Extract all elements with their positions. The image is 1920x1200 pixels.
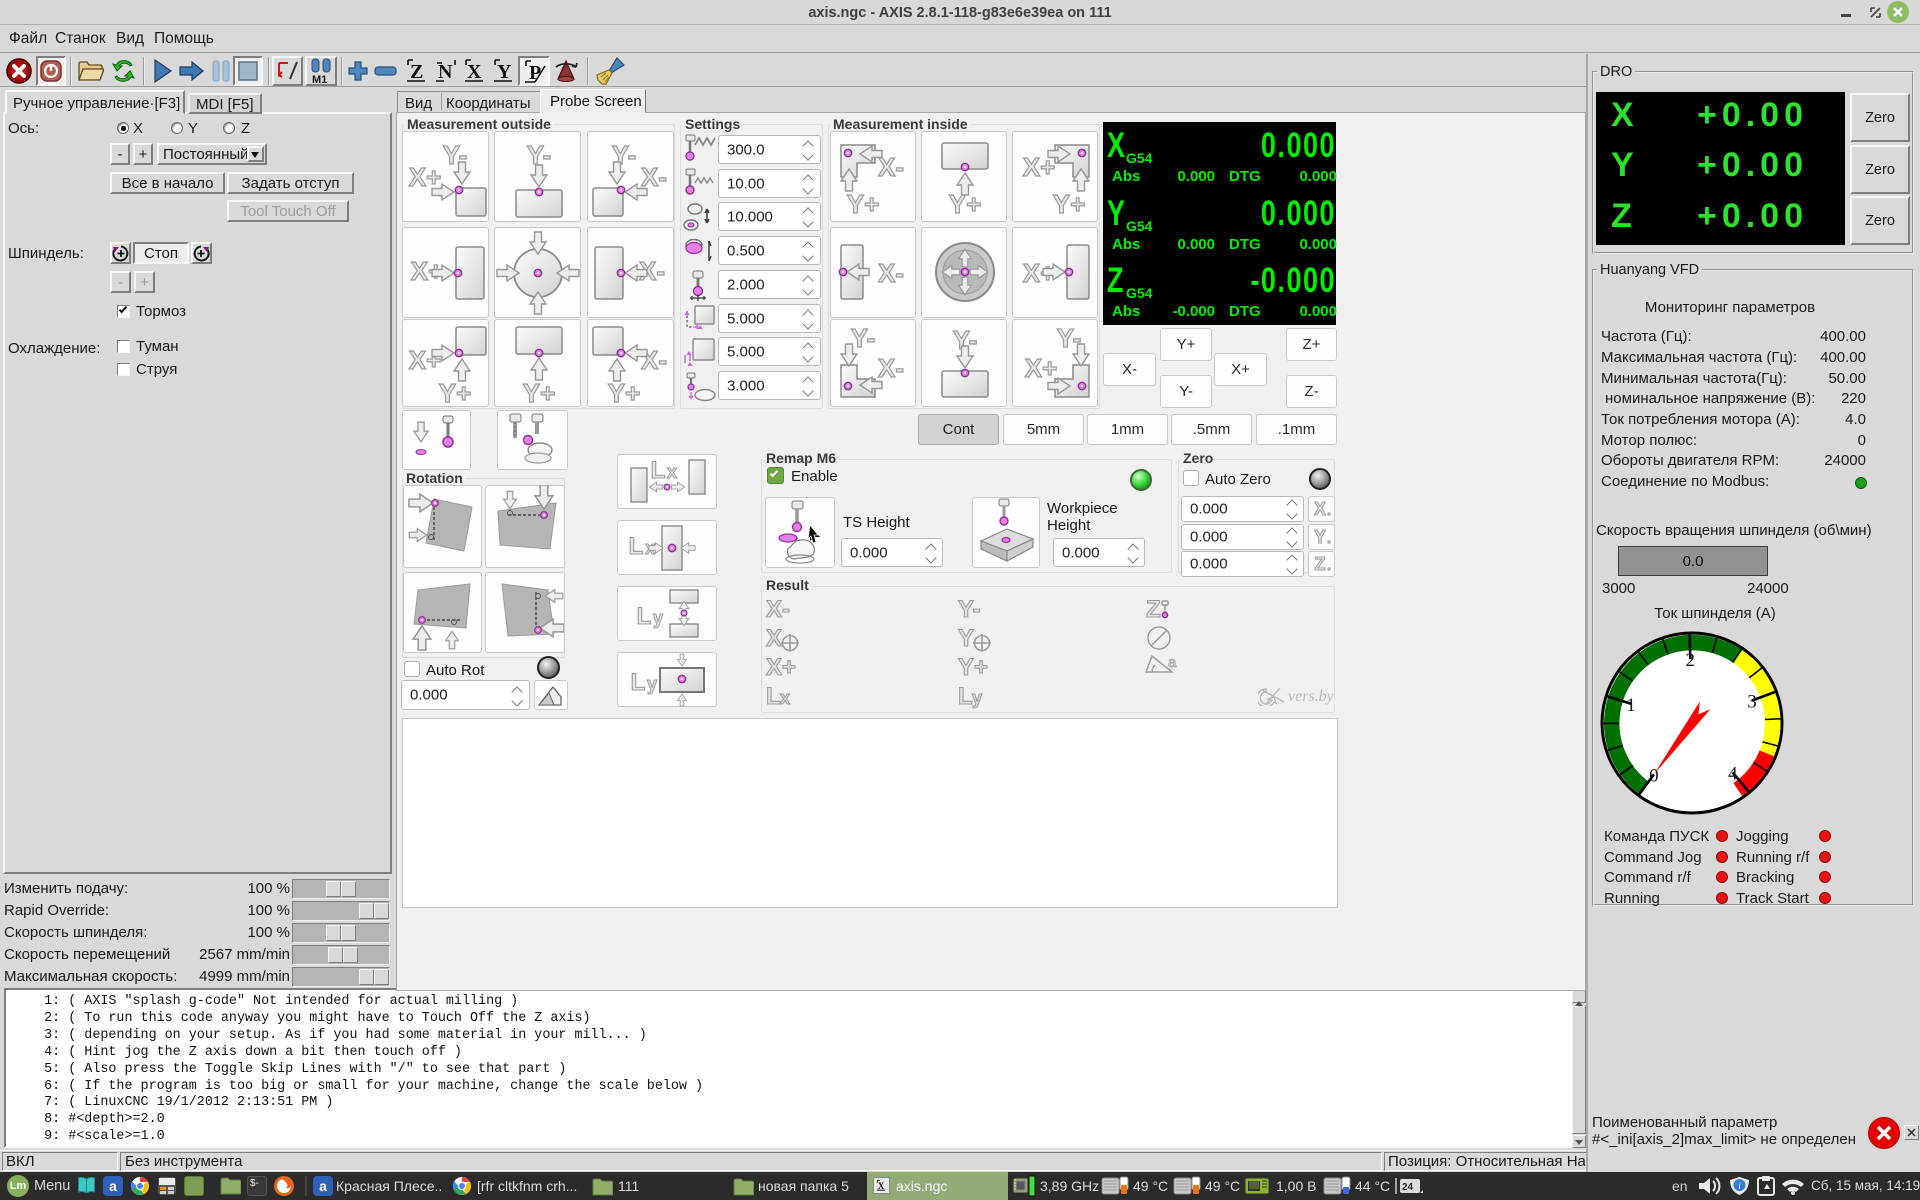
svg-text:Y: Y	[1313, 527, 1325, 547]
svg-text:M1: M1	[312, 74, 327, 84]
svg-text:X-: X-	[641, 162, 667, 192]
svg-text:X+: X+	[766, 654, 796, 681]
svg-text:X+: X+	[409, 162, 442, 192]
svg-text:x: x	[780, 688, 790, 708]
svg-text:Y+: Y+	[608, 378, 641, 407]
svg-text:X-: X-	[766, 597, 790, 623]
svg-text:L: L	[631, 669, 646, 696]
svg-text:Y+: Y+	[958, 654, 988, 681]
svg-text:X+: X+	[1025, 353, 1058, 383]
svg-text:y: y	[653, 608, 663, 628]
svg-text:Y-: Y-	[851, 323, 876, 353]
svg-text:X-: X-	[878, 258, 904, 288]
svg-text:Y+: Y+	[523, 378, 556, 407]
svg-text:X-: X-	[878, 353, 904, 383]
svg-text:N: N	[438, 61, 453, 83]
svg-text:2: 2	[1686, 650, 1696, 671]
svg-text:24: 24	[1402, 1182, 1414, 1193]
svg-text:1: 1	[1626, 695, 1636, 716]
svg-text:L: L	[766, 683, 781, 709]
svg-text:a: a	[1168, 654, 1177, 671]
svg-text:X: X	[766, 625, 782, 652]
svg-text:Y+: Y+	[1053, 189, 1086, 219]
svg-text:L: L	[651, 457, 666, 484]
svg-text:y: y	[647, 674, 657, 694]
svg-text:Y: Y	[958, 625, 974, 652]
svg-text:L: L	[637, 603, 652, 630]
svg-text:L: L	[958, 683, 973, 709]
svg-text:0: 0	[1649, 766, 1659, 787]
svg-text:X: X	[1313, 499, 1325, 519]
svg-text:X: X	[467, 61, 482, 83]
svg-text:Y: Y	[497, 61, 512, 83]
svg-text:X: X	[878, 1182, 885, 1192]
svg-text:3: 3	[1747, 692, 1757, 713]
svg-text:vers.by: vers.by	[1288, 688, 1335, 705]
svg-text:x: x	[667, 462, 677, 482]
svg-text:Y+: Y+	[439, 378, 472, 407]
svg-text:Y+: Y+	[847, 189, 880, 219]
svg-text:Z: Z	[1146, 597, 1161, 623]
svg-text:Y-: Y-	[958, 597, 981, 623]
svg-text:y: y	[972, 688, 982, 708]
svg-text:L: L	[629, 533, 644, 560]
svg-text:P: P	[529, 62, 541, 84]
svg-text:Z: Z	[1314, 554, 1325, 574]
svg-text:4: 4	[1728, 763, 1738, 784]
svg-text:Z: Z	[410, 61, 423, 83]
